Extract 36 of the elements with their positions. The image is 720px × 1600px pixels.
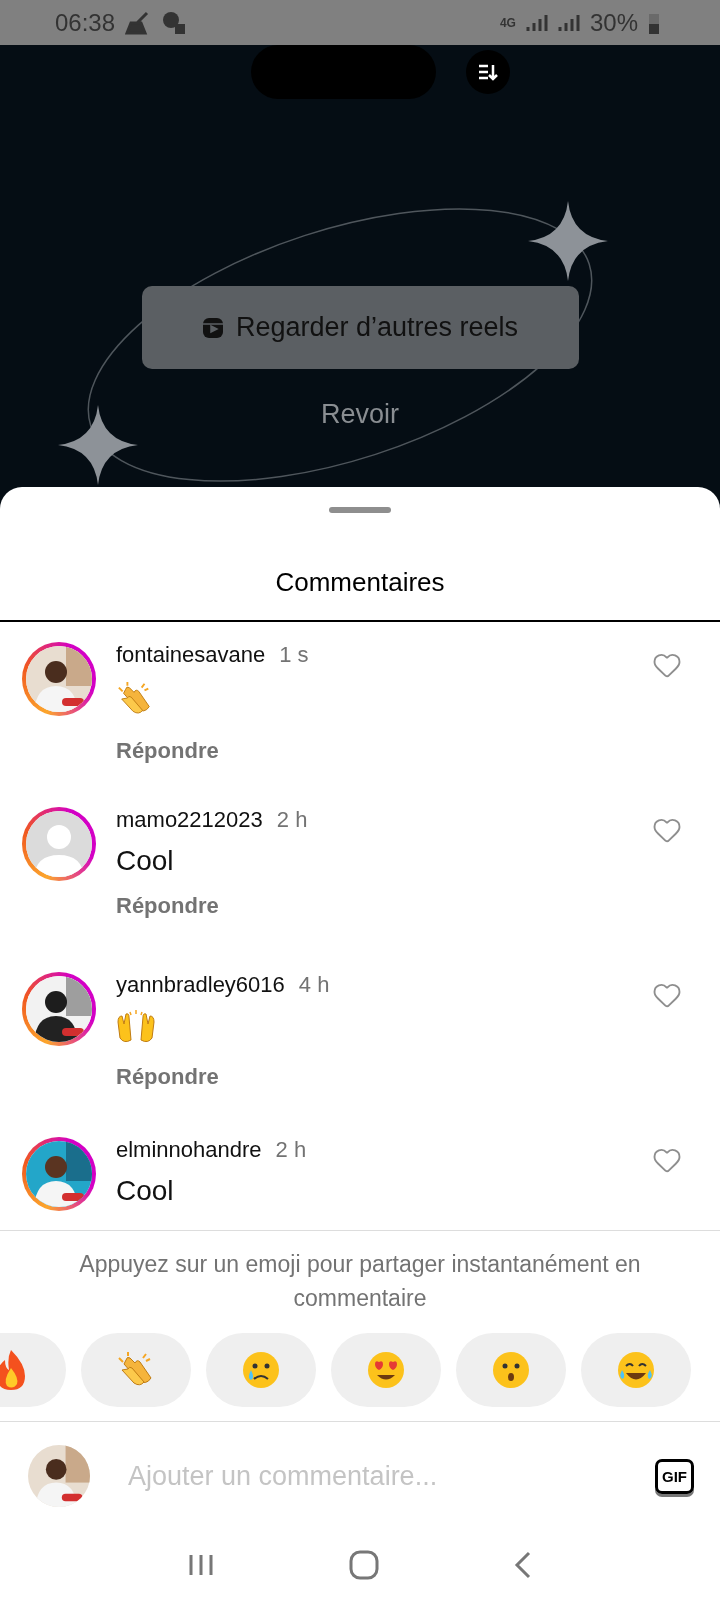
raised-hands-icon [116, 1010, 156, 1044]
reply-button[interactable]: Répondre [116, 738, 219, 764]
drag-handle[interactable] [329, 507, 391, 513]
signal-icon [557, 12, 580, 33]
crying-face-icon [241, 1350, 281, 1390]
comment-time: 1 s [279, 642, 309, 668]
reels-icon [201, 316, 224, 339]
comment-time: 2 h [276, 807, 308, 833]
laughing-face-icon [616, 1350, 656, 1390]
sheet-title: Commentaires [0, 567, 720, 622]
comment-time: 2 h [275, 1137, 307, 1163]
sort-icon [477, 62, 498, 82]
comment-time: 4 h [298, 972, 330, 998]
surprised-face-icon [491, 1350, 531, 1390]
reply-button[interactable]: Répondre [116, 893, 219, 919]
reply-button[interactable]: Répondre [116, 1064, 219, 1090]
comment-username[interactable]: fontainesavane [116, 642, 266, 668]
gif-button[interactable]: GIF [655, 1458, 694, 1494]
sort-button[interactable] [465, 50, 510, 94]
comment-username[interactable]: elminnohandre [116, 1137, 262, 1163]
comment-username[interactable]: yannbradley6016 [116, 972, 285, 998]
network-type: 4G [499, 15, 516, 30]
emoji-hint: Appuyez sur un emoji pour partager instantanément en commentaire [78, 1250, 642, 1313]
comment-username[interactable]: mamo2212023 [116, 807, 263, 833]
battery-level: 30% [589, 8, 638, 37]
back-button[interactable] [513, 1550, 533, 1580]
comment-text: Cool [116, 1175, 174, 1207]
comment-text: Cool [116, 845, 174, 877]
home-button[interactable] [349, 1550, 379, 1580]
default-avatar-icon [26, 811, 92, 877]
location-lock-icon [161, 9, 188, 36]
signal-icon [525, 12, 548, 33]
clock: 06:38 [55, 8, 116, 37]
replay-link[interactable]: Revoir [321, 399, 399, 430]
comment-input[interactable]: Ajouter un commentaire... [126, 1459, 619, 1493]
heart-eyes-face-icon [366, 1350, 406, 1390]
